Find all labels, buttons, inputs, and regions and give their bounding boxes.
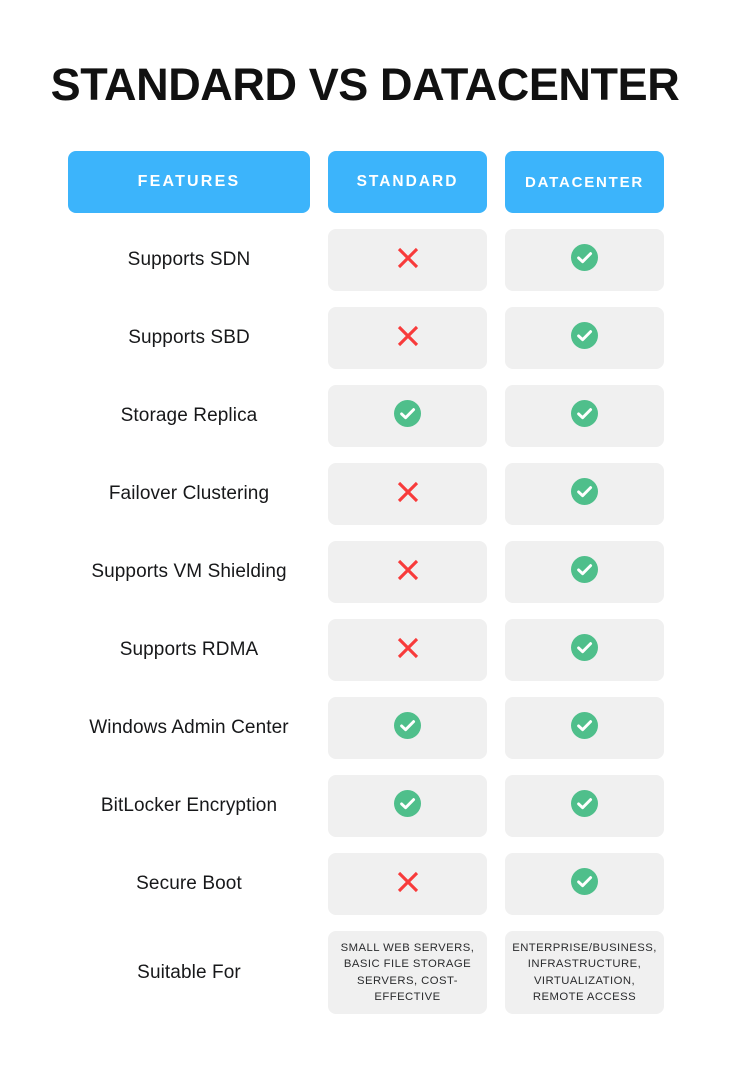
table-row: Windows Admin Center bbox=[68, 697, 664, 759]
column-gap bbox=[310, 541, 328, 603]
check-circle-icon bbox=[394, 400, 421, 432]
check-circle-icon bbox=[394, 790, 421, 822]
column-gap bbox=[310, 229, 328, 291]
datacenter-cell: ENTERPRISE/BUSINESS, INFRASTRUCTURE, VIR… bbox=[505, 931, 664, 1014]
datacenter-cell bbox=[505, 775, 664, 837]
standard-cell bbox=[328, 853, 487, 915]
column-gap bbox=[487, 619, 505, 681]
comparison-table-page: STANDARD VS DATACENTER FEATURES STANDARD… bbox=[0, 0, 730, 1080]
feature-label: Failover Clustering bbox=[108, 483, 270, 504]
feature-label: BitLocker Encryption bbox=[100, 795, 278, 816]
datacenter-cell bbox=[505, 541, 664, 603]
column-gap bbox=[310, 775, 328, 837]
standard-cell bbox=[328, 541, 487, 603]
datacenter-cell bbox=[505, 229, 664, 291]
standard-cell: SMALL WEB SERVERS, BASIC FILE STORAGE SE… bbox=[328, 931, 487, 1014]
standard-cell bbox=[328, 463, 487, 525]
column-gap bbox=[310, 385, 328, 447]
feature-label: Supports VM Shielding bbox=[91, 561, 287, 582]
table-row: Supports VM Shielding bbox=[68, 541, 664, 603]
column-gap bbox=[310, 853, 328, 915]
header-cell-standard: STANDARD bbox=[328, 151, 487, 213]
column-gap bbox=[487, 385, 505, 447]
cross-icon bbox=[395, 869, 421, 900]
feature-label: Secure Boot bbox=[136, 873, 242, 894]
cross-icon bbox=[395, 323, 421, 354]
datacenter-cell bbox=[505, 853, 664, 915]
check-circle-icon bbox=[571, 478, 598, 510]
cross-icon bbox=[395, 479, 421, 510]
check-circle-icon bbox=[394, 712, 421, 744]
feature-label: Suitable For bbox=[137, 961, 241, 983]
datacenter-cell bbox=[505, 619, 664, 681]
table-row: BitLocker Encryption bbox=[68, 775, 664, 837]
header-cell-datacenter: DATACENTER bbox=[505, 151, 664, 213]
column-gap bbox=[310, 307, 328, 369]
table-row: Supports SBD bbox=[68, 307, 664, 369]
standard-cell bbox=[328, 307, 487, 369]
table-row: Supports SDN bbox=[68, 229, 664, 291]
table-row: Supports RDMA bbox=[68, 619, 664, 681]
header-cell-features: FEATURES bbox=[68, 151, 310, 213]
feature-label: Windows Admin Center bbox=[89, 717, 289, 738]
column-gap bbox=[487, 307, 505, 369]
check-circle-icon bbox=[571, 712, 598, 744]
cross-icon bbox=[395, 557, 421, 588]
standard-cell bbox=[328, 385, 487, 447]
check-circle-icon bbox=[571, 400, 598, 432]
column-gap bbox=[487, 697, 505, 759]
check-circle-icon bbox=[571, 244, 598, 276]
datacenter-cell bbox=[505, 385, 664, 447]
column-gap bbox=[487, 931, 505, 1014]
datacenter-cell bbox=[505, 697, 664, 759]
datacenter-cell bbox=[505, 463, 664, 525]
column-gap bbox=[310, 697, 328, 759]
cross-icon bbox=[395, 635, 421, 666]
standard-cell bbox=[328, 697, 487, 759]
column-gap bbox=[487, 151, 505, 213]
column-gap bbox=[310, 619, 328, 681]
column-gap bbox=[487, 463, 505, 525]
check-circle-icon bbox=[571, 868, 598, 900]
comparison-table: FEATURES STANDARD DATACENTER Supports SD… bbox=[68, 151, 664, 1014]
cross-icon bbox=[395, 245, 421, 276]
column-gap bbox=[487, 853, 505, 915]
table-body: Supports SDN Supports SBD Storage Replica F… bbox=[68, 229, 664, 1014]
table-header-row: FEATURES STANDARD DATACENTER bbox=[68, 151, 664, 213]
table-row: Failover Clustering bbox=[68, 463, 664, 525]
table-row: Storage Replica bbox=[68, 385, 664, 447]
page-title: STANDARD VS DATACENTER bbox=[50, 59, 680, 110]
feature-label: Storage Replica bbox=[120, 405, 258, 426]
datacenter-cell bbox=[505, 307, 664, 369]
check-circle-icon bbox=[571, 322, 598, 354]
standard-cell bbox=[328, 229, 487, 291]
table-row: Secure Boot bbox=[68, 853, 664, 915]
feature-label: Supports SDN bbox=[127, 249, 251, 270]
column-gap bbox=[487, 541, 505, 603]
column-gap bbox=[310, 151, 328, 213]
check-circle-icon bbox=[571, 634, 598, 666]
standard-cell bbox=[328, 619, 487, 681]
standard-cell bbox=[328, 775, 487, 837]
check-circle-icon bbox=[571, 556, 598, 588]
table-row: Suitable For SMALL WEB SERVERS, BASIC FIL… bbox=[68, 931, 664, 1014]
column-gap bbox=[310, 463, 328, 525]
feature-label: Supports RDMA bbox=[119, 639, 259, 660]
column-gap bbox=[487, 229, 505, 291]
column-gap bbox=[310, 931, 328, 1014]
check-circle-icon bbox=[571, 790, 598, 822]
column-gap bbox=[487, 775, 505, 837]
feature-label: Supports SBD bbox=[128, 327, 250, 348]
